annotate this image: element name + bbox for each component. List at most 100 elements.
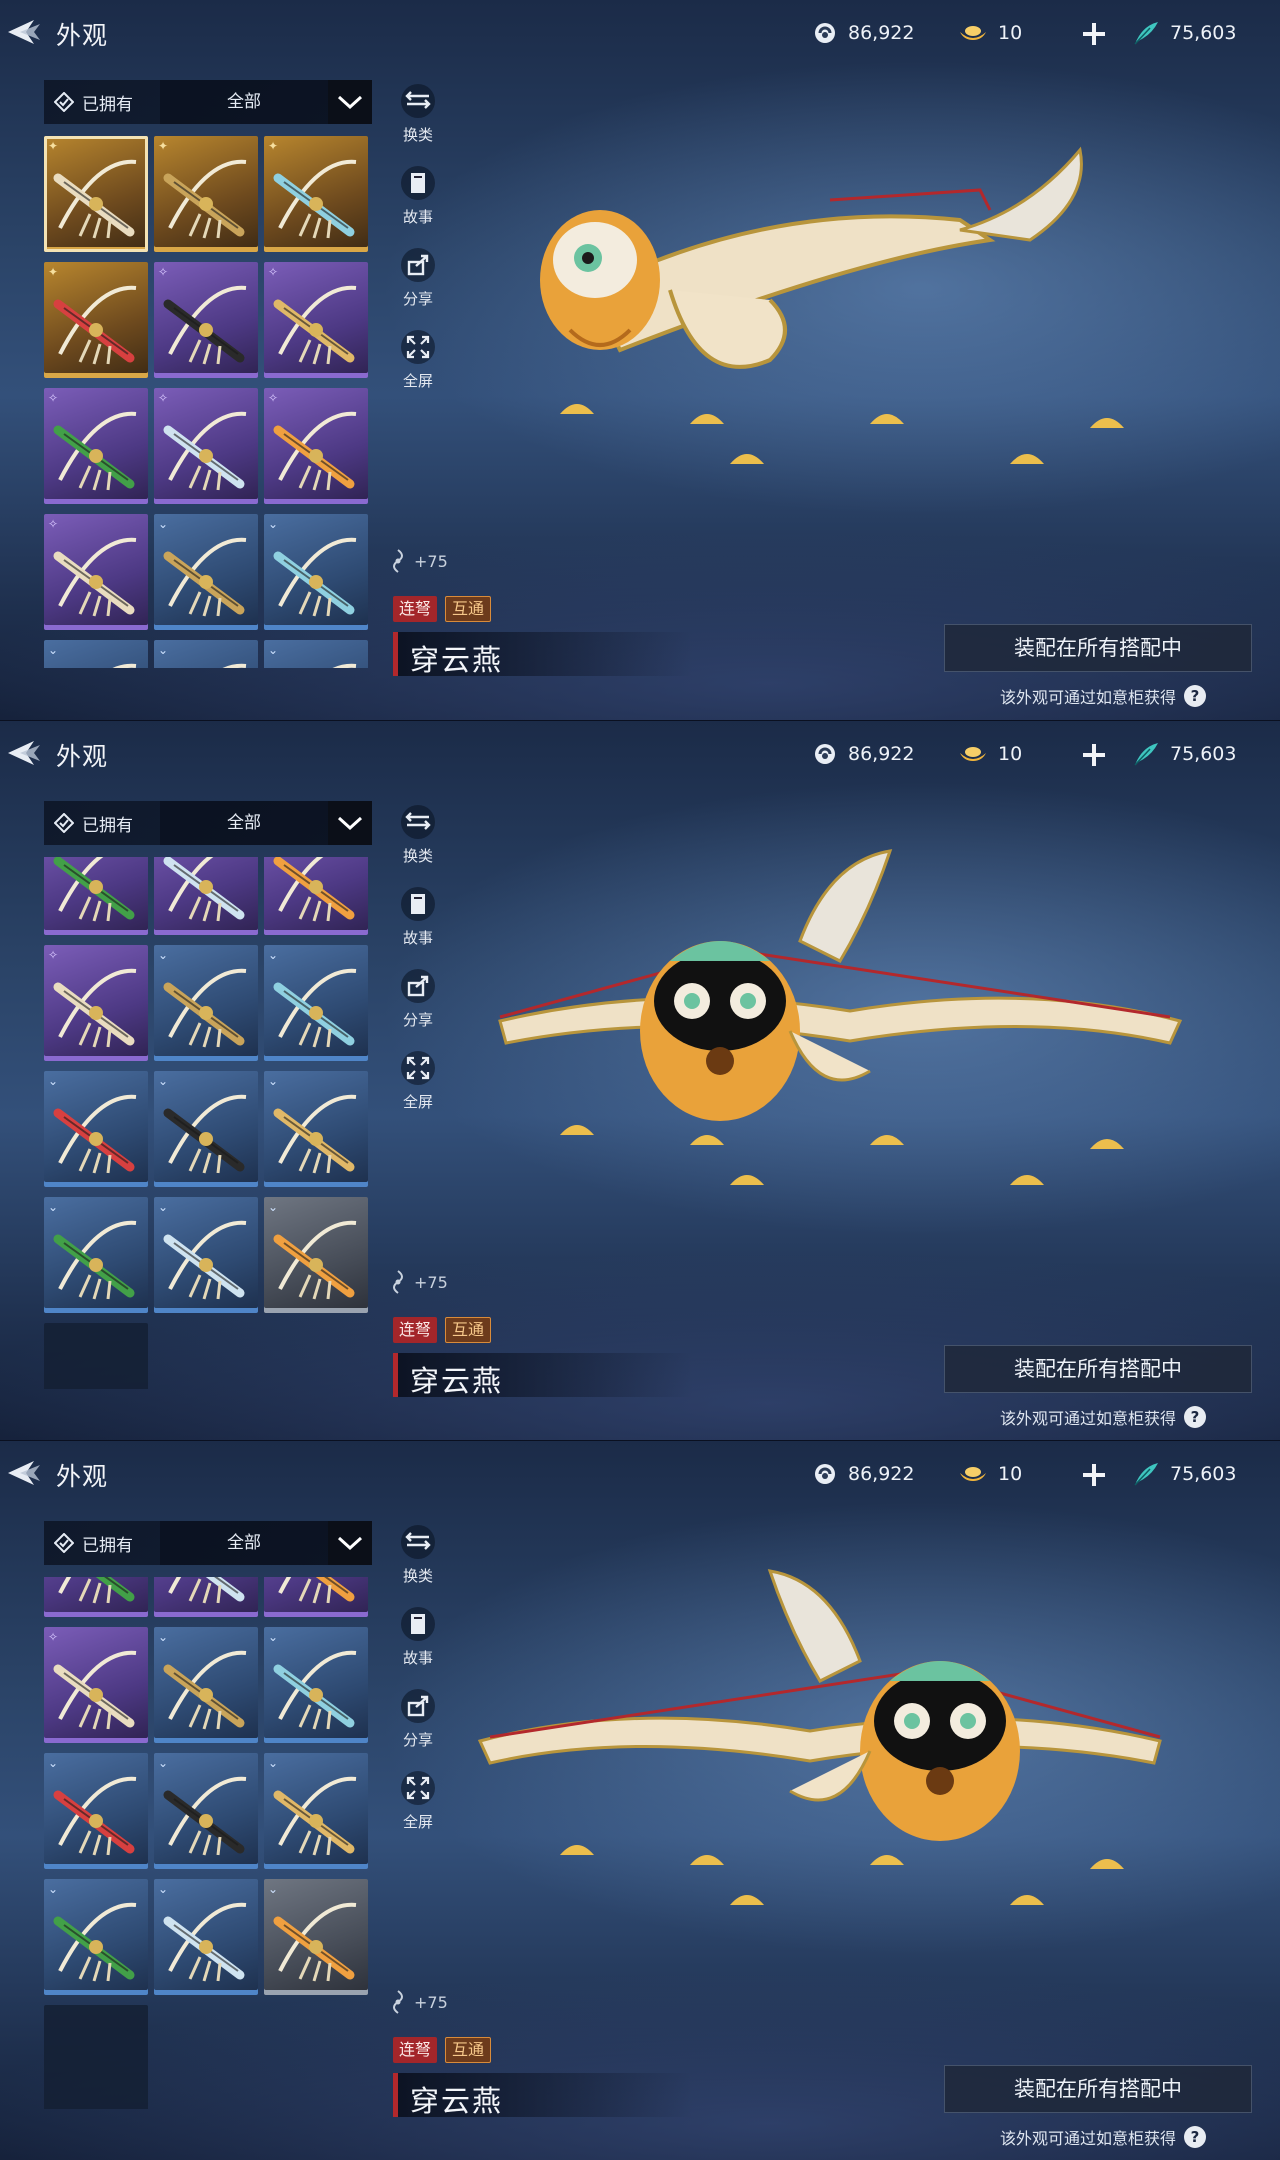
appearance-slot[interactable]: ⌄ xyxy=(264,945,368,1062)
appearance-slot[interactable] xyxy=(44,1323,148,1389)
category-select[interactable]: 全部 xyxy=(160,80,328,124)
appearance-slot[interactable]: ✧ xyxy=(44,857,148,936)
appearance-slot[interactable]: ⌄ xyxy=(264,1753,368,1870)
action-fullscreen[interactable]: 全屏 xyxy=(390,330,446,412)
add-currency-button[interactable] xyxy=(1080,1461,1108,1489)
owned-filter-toggle[interactable]: 已拥有 xyxy=(44,1521,160,1565)
appearance-slot[interactable]: ✧ xyxy=(44,514,148,630)
help-icon[interactable]: ? xyxy=(1184,2126,1207,2148)
action-fullscreen[interactable]: 全屏 xyxy=(390,1771,446,1853)
appearance-slot[interactable]: ⌄ xyxy=(44,640,148,668)
appearance-slot[interactable]: ⌄ xyxy=(264,1071,368,1188)
appearance-slot[interactable]: ⌄ xyxy=(264,640,368,668)
action-share[interactable]: 分享 xyxy=(390,248,446,330)
crossbow-thumbnail-icon xyxy=(53,537,137,617)
action-swap-category[interactable]: 换类 xyxy=(390,805,446,887)
item-tags: 连弩 互通 xyxy=(393,596,492,622)
appearance-slot[interactable]: ✧ xyxy=(44,1577,148,1618)
appearance-slot[interactable]: ⌄ xyxy=(154,514,258,630)
appearance-slot[interactable]: ✧ xyxy=(44,1627,148,1744)
owned-filter-toggle[interactable]: 已拥有 xyxy=(44,801,160,845)
appearance-slot[interactable]: ⌄ xyxy=(44,1071,148,1188)
lotus-lantern xyxy=(1010,454,1044,464)
equip-all-button[interactable]: 装配在所有搭配中 xyxy=(944,1345,1252,1393)
feather-amount: 75,603 xyxy=(1170,1463,1237,1485)
crossbow-thumbnail-icon xyxy=(163,159,247,239)
help-icon[interactable]: ? xyxy=(1184,685,1207,707)
action-swap-category[interactable]: 换类 xyxy=(390,1525,446,1607)
appearance-slot[interactable]: ⌄ xyxy=(154,1071,258,1188)
appearance-slot[interactable]: ⌄ xyxy=(154,1627,258,1744)
weapon-showcase[interactable] xyxy=(470,90,1190,530)
action-label: 换类 xyxy=(402,126,433,144)
add-currency-button[interactable] xyxy=(1080,741,1108,769)
appearance-slot[interactable]: ✦ xyxy=(44,262,148,378)
appearance-slot[interactable]: ⌄ xyxy=(154,945,258,1062)
appearance-slot[interactable]: ✧ xyxy=(44,388,148,504)
action-fullscreen[interactable]: 全屏 xyxy=(390,1051,446,1133)
equip-all-button[interactable]: 装配在所有搭配中 xyxy=(944,2065,1252,2113)
appearance-grid[interactable]: ✦✦✦✦✧✧✧✧✧✧⌄⌄⌄⌄⌄⌄⌄⌄ xyxy=(44,1577,374,2109)
crossplatform-tag: 互通 xyxy=(445,596,492,622)
appearance-slot[interactable]: ✧ xyxy=(154,1577,258,1618)
action-story-book[interactable]: 故事 xyxy=(390,887,446,969)
category-select[interactable]: 全部 xyxy=(160,801,328,845)
crossbow-thumbnail-icon xyxy=(53,285,137,365)
appearance-slot[interactable]: ✧ xyxy=(264,1577,368,1618)
appearance-slot[interactable]: ✧ xyxy=(264,388,368,504)
gold-amount: 10 xyxy=(998,22,1023,44)
crossbow-thumbnail-icon xyxy=(273,857,355,922)
appearance-slot[interactable]: ⌄ xyxy=(264,1197,368,1314)
appearance-slot[interactable] xyxy=(44,2005,148,2109)
appearance-slot[interactable]: ⌄ xyxy=(154,640,258,668)
back-arrow-icon xyxy=(8,1461,40,1485)
action-share[interactable]: 分享 xyxy=(390,1689,446,1771)
power-indicator: +75 xyxy=(388,1269,448,1295)
appearance-slot[interactable]: ✧ xyxy=(154,262,258,378)
owned-filter-label: 已拥有 xyxy=(82,1535,133,1556)
appearance-slot[interactable]: ⌄ xyxy=(264,1627,368,1744)
appearance-slot[interactable]: ⌄ xyxy=(154,1753,258,1870)
weapon-showcase[interactable] xyxy=(470,811,1190,1251)
appearance-grid[interactable]: ✦✦✦✦✧✧✧✧✧✧⌄⌄⌄⌄⌄⌄⌄⌄ xyxy=(44,136,374,668)
appearance-slot[interactable]: ✦ xyxy=(264,136,368,252)
action-story-book[interactable]: 故事 xyxy=(390,1607,446,1689)
appearance-slot[interactable]: ⌄ xyxy=(264,514,368,630)
crossbow-thumbnail-icon xyxy=(53,1221,137,1300)
action-story-book[interactable]: 故事 xyxy=(390,166,446,248)
appearance-slot[interactable]: ✧ xyxy=(154,388,258,504)
owned-filter-toggle[interactable]: 已拥有 xyxy=(44,80,160,124)
category-dropdown-button[interactable] xyxy=(328,801,372,845)
appearance-grid[interactable]: ✦✦✦✦✧✧✧✧✧✧⌄⌄⌄⌄⌄⌄⌄⌄ xyxy=(44,857,374,1389)
appearance-slot[interactable]: ✦ xyxy=(44,136,148,252)
appearance-slot[interactable]: ✦ xyxy=(154,136,258,252)
weapon-showcase[interactable] xyxy=(470,1531,1190,1971)
back-button[interactable] xyxy=(4,14,44,50)
action-share[interactable]: 分享 xyxy=(390,969,446,1051)
action-swap-category[interactable]: 换类 xyxy=(390,84,446,166)
item-tags: 连弩 互通 xyxy=(393,1317,492,1343)
appearance-slot[interactable]: ✧ xyxy=(154,857,258,936)
appearance-slot[interactable]: ⌄ xyxy=(44,1753,148,1870)
power-indicator: +75 xyxy=(388,548,448,574)
category-select[interactable]: 全部 xyxy=(160,1521,328,1565)
lotus-lantern xyxy=(730,1895,764,1905)
appearance-screen: 外观 86,922 10 xyxy=(0,0,1280,720)
share-icon xyxy=(401,248,435,282)
back-button[interactable] xyxy=(4,735,44,771)
add-currency-button[interactable] xyxy=(1080,20,1108,48)
appearance-slot[interactable]: ⌄ xyxy=(44,1197,148,1314)
category-dropdown-button[interactable] xyxy=(328,1521,372,1565)
appearance-slot[interactable]: ⌄ xyxy=(154,1879,258,1996)
category-dropdown-button[interactable] xyxy=(328,80,372,124)
appearance-slot[interactable]: ✧ xyxy=(44,945,148,1062)
plus-icon xyxy=(1083,744,1105,766)
appearance-slot[interactable]: ✧ xyxy=(264,262,368,378)
appearance-slot[interactable]: ⌄ xyxy=(154,1197,258,1314)
appearance-slot[interactable]: ⌄ xyxy=(264,1879,368,1996)
back-button[interactable] xyxy=(4,1455,44,1491)
help-icon[interactable]: ? xyxy=(1184,1406,1207,1428)
appearance-slot[interactable]: ✧ xyxy=(264,857,368,936)
appearance-slot[interactable]: ⌄ xyxy=(44,1879,148,1996)
equip-all-button[interactable]: 装配在所有搭配中 xyxy=(944,624,1252,672)
